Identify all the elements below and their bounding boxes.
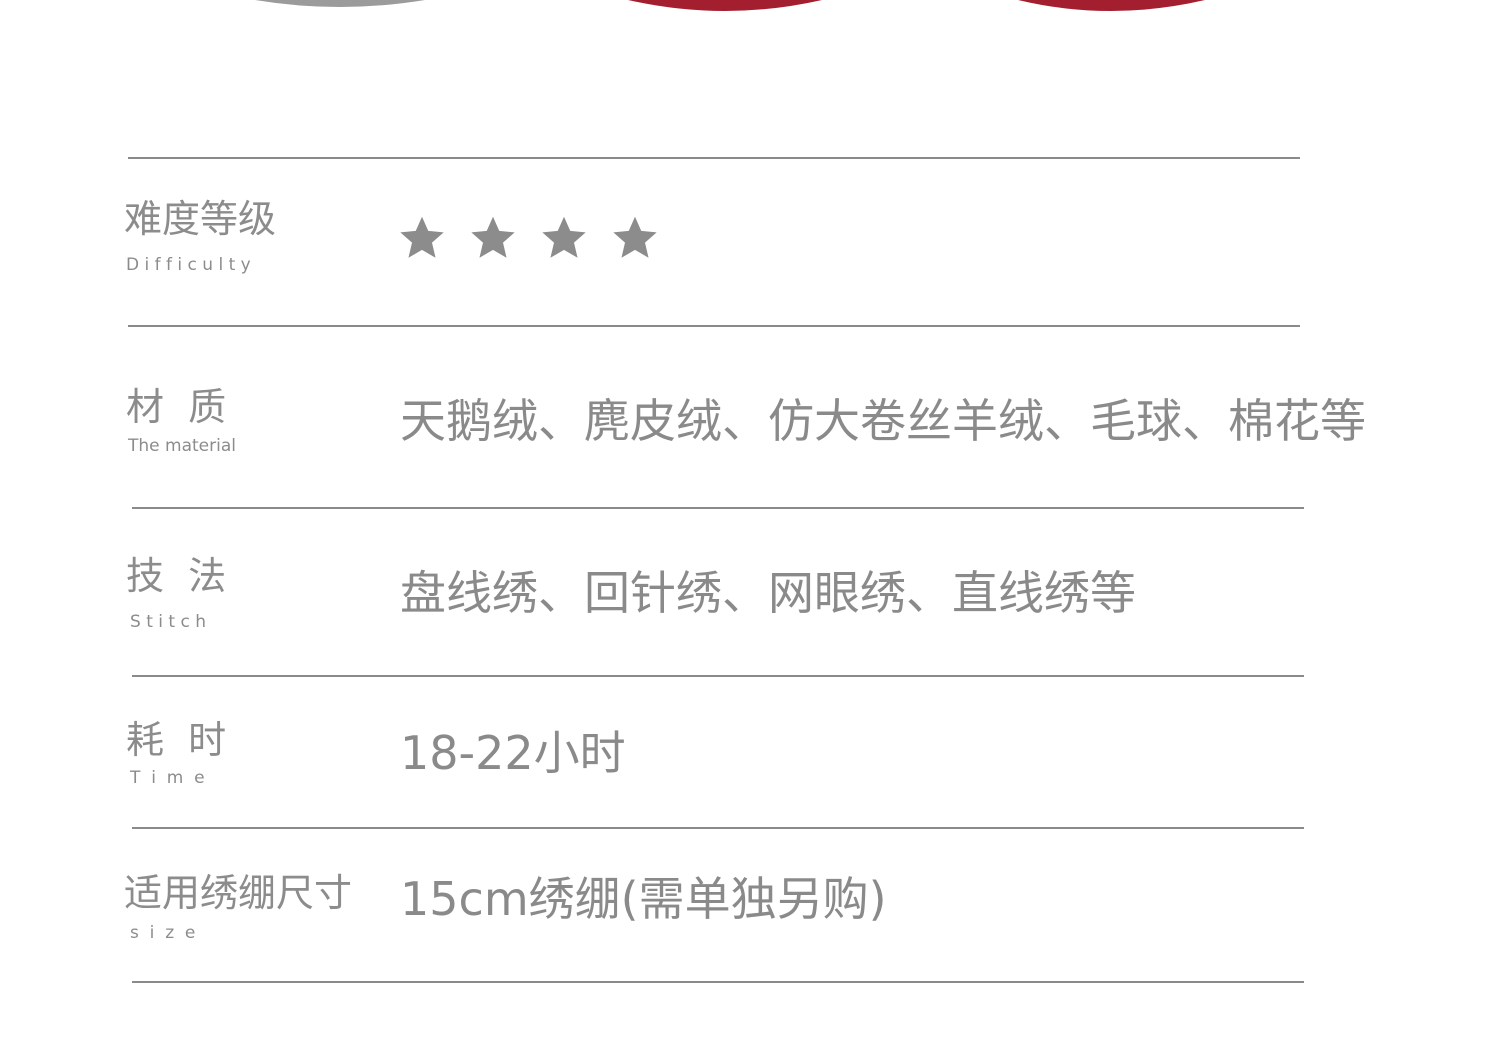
divider-top xyxy=(128,157,1300,159)
material-label-en: The material xyxy=(128,436,236,456)
spec-table: 难度等级 D i f f i c u l t y 材 质 The materia… xyxy=(0,0,1500,1048)
size-label: 适用绣绷尺寸 xyxy=(124,871,353,915)
size-value: 15cm绣绷(需单独另购) xyxy=(400,872,887,926)
difficulty-label-en: D i f f i c u l t y xyxy=(126,255,251,275)
time-label-en: T i m e xyxy=(130,768,205,788)
divider-bottom xyxy=(132,981,1304,983)
material-label: 材 质 xyxy=(126,385,227,429)
divider-3 xyxy=(132,675,1304,677)
divider-4 xyxy=(132,827,1304,829)
star-icon xyxy=(400,216,444,258)
stitch-value: 盘线绣、回针绣、网眼绣、直线绣等 xyxy=(400,566,1136,620)
star-icon xyxy=(542,216,586,258)
difficulty-label: 难度等级 xyxy=(124,197,277,241)
star-icon xyxy=(613,216,657,258)
star-icon xyxy=(471,216,515,258)
time-value: 18-22小时 xyxy=(400,726,626,780)
divider-2 xyxy=(132,507,1304,509)
material-value: 天鹅绒、麂皮绒、仿大卷丝羊绒、毛球、棉花等 xyxy=(400,394,1366,448)
divider-1 xyxy=(128,325,1300,327)
time-label: 耗 时 xyxy=(126,718,227,762)
difficulty-rating xyxy=(396,213,680,263)
stitch-label: 技 法 xyxy=(126,554,227,598)
size-label-en: s i z e xyxy=(130,923,196,943)
stitch-label-en: S t i t c h xyxy=(130,612,206,632)
